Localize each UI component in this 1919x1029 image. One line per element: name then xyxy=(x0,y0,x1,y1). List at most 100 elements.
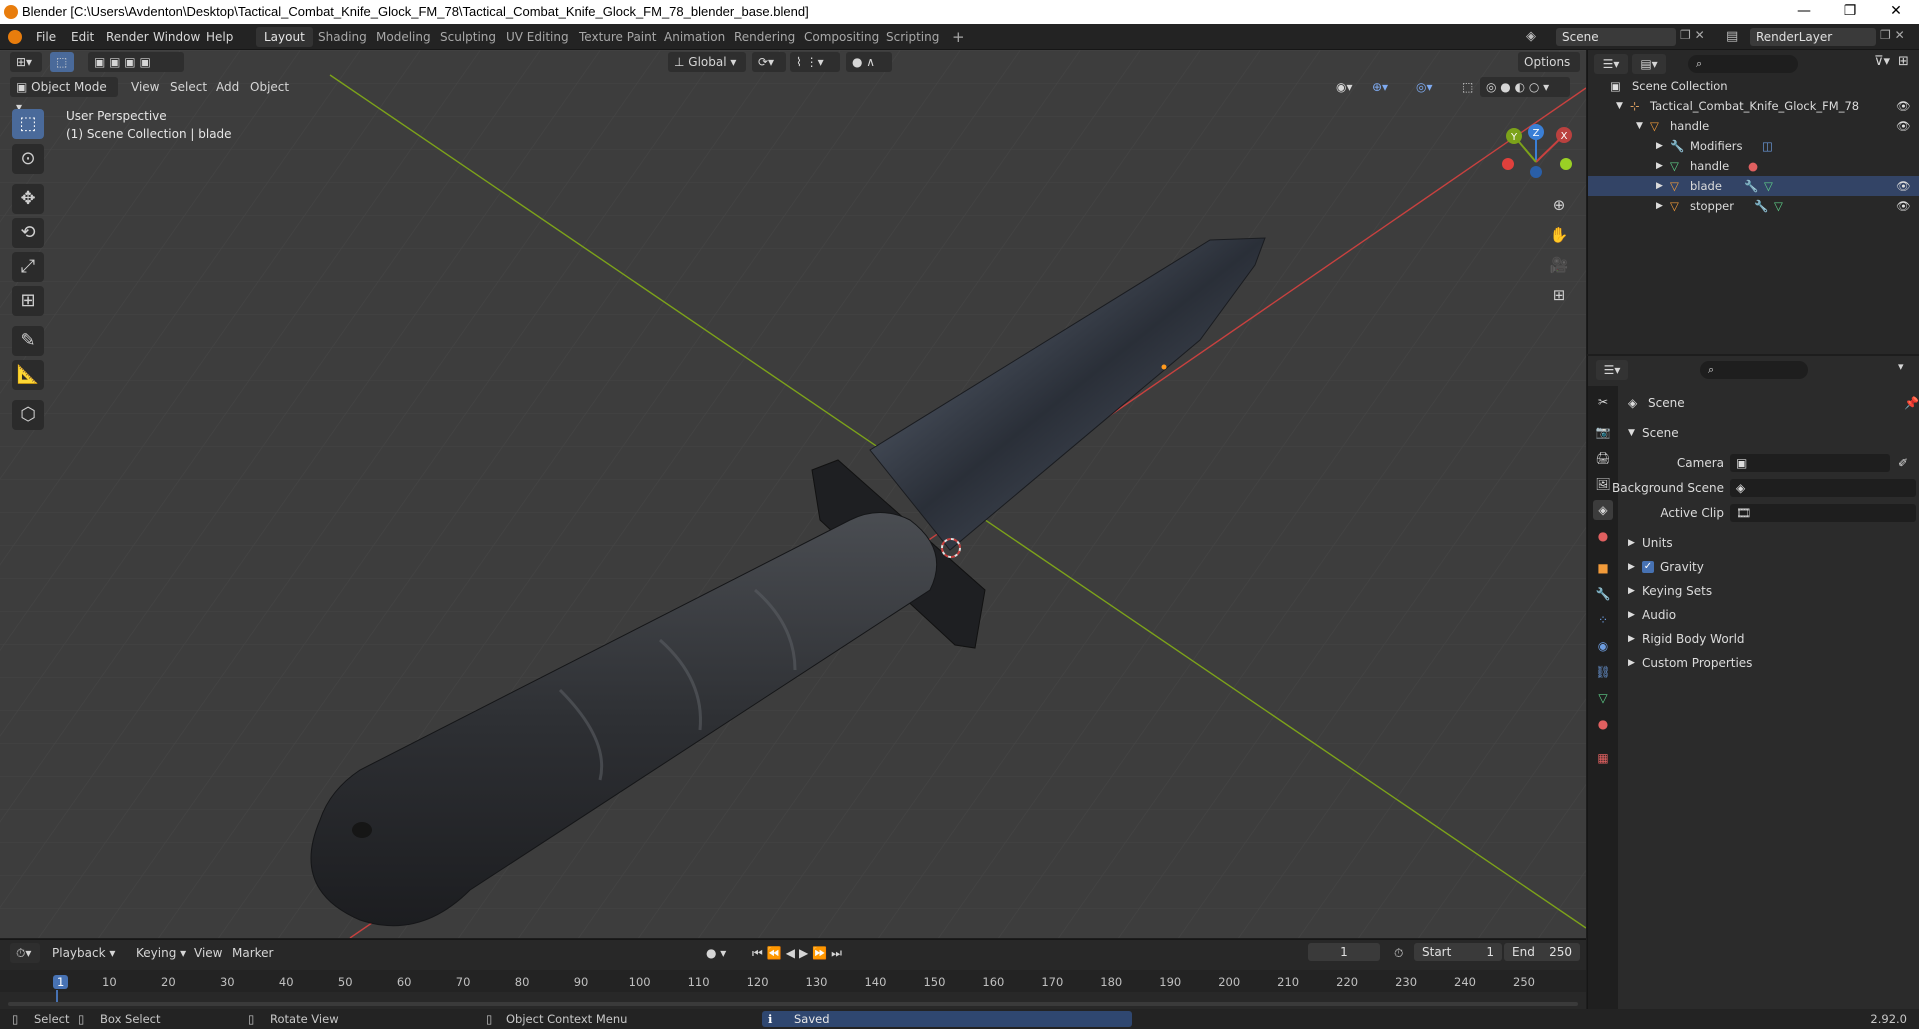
select-tool-icon[interactable]: ⬚ xyxy=(50,52,74,72)
scale-tool-icon[interactable]: ⤢ xyxy=(12,252,44,282)
annotate-tool-icon[interactable]: ✎ xyxy=(12,326,44,356)
units-panel-header[interactable]: ▶ Units xyxy=(1618,532,1919,554)
eye-icon[interactable]: 👁 xyxy=(1896,196,1911,216)
eye-icon[interactable]: 👁 xyxy=(1896,116,1911,136)
status-message[interactable]: ℹ Saved "Tactical_Combat_Knife_Glock_FM_… xyxy=(762,1011,1132,1029)
properties-search-input[interactable]: ⌕ xyxy=(1700,361,1808,379)
background-scene-selector[interactable]: ◈ xyxy=(1730,479,1916,497)
pin-icon[interactable]: 📌 xyxy=(1904,392,1919,414)
editor-type-button[interactable]: ⊞▾ xyxy=(10,52,42,72)
menu-edit[interactable]: Edit xyxy=(65,28,100,46)
workspace-tab-animation[interactable]: Animation xyxy=(656,27,733,47)
perspective-grid-icon[interactable]: ⊞ xyxy=(1546,282,1572,308)
proportional-editing-toggle[interactable]: ● ∧ xyxy=(846,52,892,72)
zoom-icon[interactable]: ⊕ xyxy=(1546,192,1572,218)
expand-arrow-icon[interactable]: ▶ xyxy=(1628,532,1635,554)
visibility-icon[interactable]: ◉▾ xyxy=(1330,77,1359,97)
output-tab-icon[interactable]: 🖨 xyxy=(1593,448,1613,468)
expand-arrow-icon[interactable]: ▶ xyxy=(1628,556,1635,578)
timeline-menu-playback[interactable]: Playback ▾ xyxy=(46,943,121,963)
measure-tool-icon[interactable]: 📐 xyxy=(12,360,44,390)
end-frame-field[interactable]: End 250 xyxy=(1504,943,1580,961)
eye-icon[interactable]: 👁 xyxy=(1896,96,1911,116)
eye-icon[interactable]: 👁 xyxy=(1896,176,1911,196)
scene-tab-icon[interactable]: ◈ xyxy=(1593,500,1613,520)
start-frame-field[interactable]: Start 1 xyxy=(1414,943,1502,961)
timeline-menu-view[interactable]: View xyxy=(188,943,228,963)
outliner-row-handle-mesh[interactable]: ▶ ▽ handle ● xyxy=(1588,156,1919,176)
pivot-point-dropdown[interactable]: ⟳▾ xyxy=(752,52,786,72)
world-tab-icon[interactable]: ● xyxy=(1593,526,1613,546)
tool-tab-icon[interactable]: ✂ xyxy=(1593,392,1613,412)
renderlayer-new-icon[interactable]: ❐ ✕ xyxy=(1880,28,1905,42)
menu-window[interactable]: Window xyxy=(147,28,206,46)
options-dropdown[interactable]: Options ▾ xyxy=(1518,52,1580,89)
viewport-menu-view[interactable]: View xyxy=(125,77,165,97)
gravity-panel-header[interactable]: ▶ ✓ Gravity xyxy=(1618,556,1919,578)
display-mode-icon[interactable]: ▤▾ xyxy=(1632,54,1666,74)
audio-panel-header[interactable]: ▶ Audio xyxy=(1618,604,1919,626)
eyedropper-icon[interactable]: ✐ xyxy=(1898,452,1908,474)
gravity-checkbox[interactable]: ✓ xyxy=(1642,561,1654,573)
workspace-tab-scripting[interactable]: Scripting xyxy=(878,27,947,47)
data-tab-icon[interactable]: ▽ xyxy=(1593,688,1613,708)
workspace-tab-texture-paint[interactable]: Texture Paint xyxy=(571,27,664,47)
viewport-menu-select[interactable]: Select xyxy=(164,77,213,97)
gizmo-toggle-icon[interactable]: ⊕▾ xyxy=(1366,77,1394,97)
preview-range-icon[interactable]: ⏱ xyxy=(1388,943,1409,963)
properties-editor-type-icon[interactable]: ☰▾ xyxy=(1596,360,1628,380)
active-clip-selector[interactable]: 🎞 xyxy=(1730,504,1916,522)
record-icon[interactable]: ● ▾ xyxy=(700,943,732,963)
outliner-row-collection[interactable]: ▼ ⊹ Tactical_Combat_Knife_Glock_FM_78 👁 xyxy=(1588,96,1919,116)
outliner-editor-type-icon[interactable]: ☰▾ xyxy=(1594,54,1628,74)
scene-new-icon[interactable]: ❐ ✕ xyxy=(1680,28,1705,42)
outliner-row-handle-object[interactable]: ▼ ▽ handle 👁 xyxy=(1588,116,1919,136)
expand-arrow-icon[interactable]: ▶ xyxy=(1628,652,1635,674)
scene-icon[interactable]: ◈ xyxy=(1526,29,1542,45)
outliner-row-stopper[interactable]: ▶ ▽ stopper 🔧 ▽ 👁 xyxy=(1588,196,1919,216)
workspace-tab-uv-editing[interactable]: UV Editing xyxy=(498,27,577,47)
new-collection-icon[interactable]: ⊞ xyxy=(1898,54,1909,69)
texture-tab-icon[interactable]: ▦ xyxy=(1593,748,1613,768)
workspace-tab-rendering[interactable]: Rendering xyxy=(726,27,803,47)
rigid-body-world-panel-header[interactable]: ▶ Rigid Body World xyxy=(1618,628,1919,650)
transform-orientation-dropdown[interactable]: ⊥ Global ▾ xyxy=(668,52,746,72)
expand-arrow-icon[interactable]: ▶ xyxy=(1656,196,1663,216)
expand-arrow-icon[interactable]: ▶ xyxy=(1628,628,1635,650)
object-tab-icon[interactable]: ■ xyxy=(1593,558,1613,578)
scene-panel-header[interactable]: ▼ Scene xyxy=(1618,422,1919,444)
workspace-tab-sculpting[interactable]: Sculpting xyxy=(432,27,504,47)
shading-mode-buttons[interactable]: ◎ ● ◐ ○ ▾ xyxy=(1480,77,1570,97)
timeline-menu-keying[interactable]: Keying ▾ xyxy=(130,943,192,963)
overlays-toggle-icon[interactable]: ◎▾ xyxy=(1410,77,1439,97)
renderlayer-icon[interactable]: ▤ xyxy=(1726,29,1738,44)
snap-toggle[interactable]: ⌇ ⋮▾ xyxy=(790,52,840,72)
outliner-row-scene-collection[interactable]: ▣ Scene Collection xyxy=(1588,76,1919,96)
pan-hand-icon[interactable]: ✋ xyxy=(1546,222,1572,248)
camera-view-icon[interactable]: 🎥 xyxy=(1546,252,1572,278)
close-button[interactable]: ✕ xyxy=(1873,0,1919,24)
timeline-menu-marker[interactable]: Marker xyxy=(226,943,279,963)
expand-arrow-icon[interactable]: ▶ xyxy=(1628,604,1635,626)
view-layer-tab-icon[interactable]: 🖼 xyxy=(1593,474,1613,494)
panel-options-icon[interactable]: ▾ xyxy=(1898,360,1904,373)
maximize-button[interactable]: ❐ xyxy=(1827,0,1873,24)
keying-sets-panel-header[interactable]: ▶ Keying Sets xyxy=(1618,580,1919,602)
viewport-menu-object[interactable]: Object xyxy=(244,77,295,97)
filter-icon[interactable]: ⊽▾ xyxy=(1874,54,1890,69)
physics-tab-icon[interactable]: ◉ xyxy=(1593,636,1613,656)
workspace-tab-shading[interactable]: Shading xyxy=(310,27,375,47)
expand-arrow-icon[interactable]: ▶ xyxy=(1656,156,1663,176)
particles-tab-icon[interactable]: ⁘ xyxy=(1593,610,1613,630)
camera-selector[interactable]: ▣ xyxy=(1730,454,1890,472)
mode-dropdown[interactable]: ▣ Object Mode ▾ xyxy=(10,77,118,114)
renderlayer-selector[interactable]: RenderLayer xyxy=(1750,28,1876,46)
scene-selector[interactable]: Scene xyxy=(1556,28,1676,46)
modifier-tab-icon[interactable]: 🔧 xyxy=(1593,584,1613,604)
timeline-scrollbar[interactable] xyxy=(8,1002,1578,1006)
3d-viewport[interactable]: ⊞▾ ⬚ ▣ ▣ ▣ ▣ ⊥ Global ▾ ⟳▾ ⌇ ⋮▾ ● ∧ Opti… xyxy=(0,50,1586,938)
xray-toggle-icon[interactable]: ⬚ xyxy=(1456,77,1479,97)
timeline-editor-type-icon[interactable]: ⏱▾ xyxy=(10,943,40,963)
menu-help[interactable]: Help xyxy=(200,28,239,46)
playback-controls[interactable]: ⏮⏪◀▶⏩⏭ xyxy=(746,943,852,963)
